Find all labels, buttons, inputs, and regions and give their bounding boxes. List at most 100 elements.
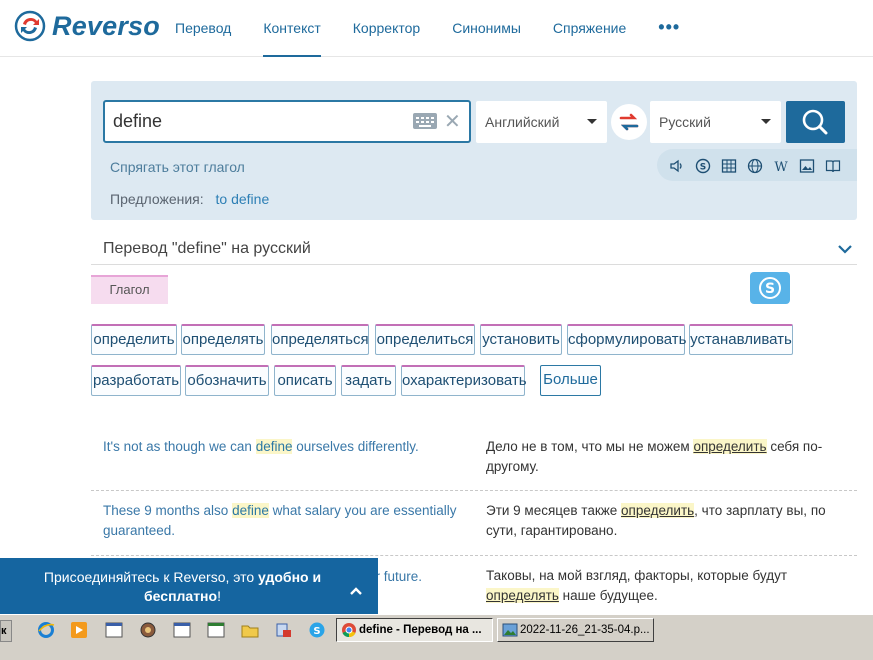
globe-app-icon[interactable] [139, 621, 157, 639]
banner-text-plain: Присоединяйтесь к Reverso, это [43, 569, 259, 585]
target-language-select[interactable]: Русский [650, 101, 781, 143]
table-icon[interactable] [721, 158, 737, 174]
search-panel: ✕ Английский Русский Спрягать этот глаго… [91, 81, 857, 220]
dictionary-book-icon[interactable] [825, 158, 841, 174]
reverso-logo-icon [14, 10, 46, 42]
window-app-icon[interactable] [173, 621, 191, 639]
skype-icon[interactable]: S [308, 621, 326, 639]
example-source-text: ourselves differently. [292, 439, 419, 454]
example-source-text: It's not as though we can [103, 439, 256, 454]
translation-chip[interactable]: определяться [271, 324, 369, 355]
chrome-icon [342, 623, 356, 638]
image-viewer-icon [502, 623, 518, 637]
swap-arrows-icon [619, 113, 639, 131]
search-icon [802, 109, 828, 135]
folder-icon[interactable] [241, 621, 259, 639]
example-target-highlight: определять [486, 588, 559, 603]
tools-bar: S W [657, 149, 857, 181]
clear-icon[interactable]: ✕ [444, 108, 461, 136]
example-target[interactable]: Таковы, на мой взгляд, факторы, которые … [486, 566, 846, 606]
media-player-icon[interactable] [70, 621, 88, 639]
reverso-logo[interactable]: Reverso [14, 10, 160, 42]
window-app-icon[interactable] [105, 621, 123, 639]
taskbar-task-image[interactable]: 2022-11-26_21-35-04.p... [497, 618, 654, 642]
chevron-down-icon[interactable] [837, 241, 853, 257]
nav-context[interactable]: Контекст [263, 0, 322, 57]
internet-explorer-icon[interactable] [37, 621, 55, 639]
top-header: Reverso Перевод Контекст Корректор Синон… [0, 0, 873, 57]
start-button-label: к [1, 625, 7, 637]
translation-chip[interactable]: установить [480, 324, 562, 355]
more-translations-button[interactable]: Больше [540, 365, 601, 396]
nav-translation[interactable]: Перевод [175, 0, 231, 57]
virtual-keyboard-icon[interactable] [413, 113, 437, 129]
taskbar-task-browser[interactable]: define - Перевод на ... [336, 618, 493, 642]
signup-banner-text: Присоединяйтесь к Reverso, это удобно и б… [20, 568, 345, 606]
translation-chip[interactable]: определить [91, 324, 177, 355]
wikipedia-icon[interactable]: W [773, 158, 789, 174]
signup-banner[interactable]: Присоединяйтесь к Reverso, это удобно и б… [0, 558, 378, 614]
example-source[interactable]: ur future. [368, 567, 468, 587]
svg-text:S: S [700, 163, 706, 173]
chevron-up-icon[interactable] [349, 586, 363, 596]
suggestions-label: Предложения: [110, 191, 204, 207]
translation-section-header[interactable]: Перевод "define" на русский [91, 233, 857, 265]
translation-chip[interactable]: определиться [375, 324, 475, 355]
brand-name: Reverso [52, 10, 160, 41]
banner-text-bold: удобно и [258, 569, 322, 585]
images-icon[interactable] [799, 158, 815, 174]
skype-icon: S [759, 277, 781, 299]
banner-text-bold: бесплатно [144, 588, 218, 604]
translation-chip[interactable]: сформулировать [567, 324, 687, 355]
source-language-label: Английский [485, 114, 560, 130]
example-row: These 9 months also define what salary y… [91, 491, 857, 556]
nav-grammar-checker[interactable]: Корректор [353, 0, 420, 57]
translation-chip[interactable]: охарактеризовать [401, 365, 527, 396]
part-of-speech-tag: Глагол [91, 275, 168, 304]
example-source[interactable]: It's not as though we can define ourselv… [103, 437, 463, 457]
conjugate-verb-link[interactable]: Спрягать этот глагол [110, 159, 245, 175]
translation-chip[interactable]: разработать [91, 365, 181, 396]
suggestion-link[interactable]: to define [216, 191, 270, 207]
banner-text-end: ! [217, 588, 221, 604]
translation-chip[interactable]: описать [274, 365, 336, 396]
svg-text:S: S [313, 626, 320, 637]
taskbar-task-label: define - Перевод на ... [359, 624, 482, 636]
example-target-text: наше будущее. [558, 588, 658, 603]
target-language-label: Русский [659, 114, 711, 130]
example-target-text: Таковы, на мой взгляд, факторы, которые … [486, 568, 788, 583]
nav-more-button[interactable]: ••• [658, 0, 680, 57]
example-target[interactable]: Эти 9 месяцев также определить, что зарп… [486, 501, 846, 541]
nav-conjugation[interactable]: Спряжение [553, 0, 626, 57]
example-source-highlight: define [232, 503, 269, 518]
search-input[interactable] [113, 108, 403, 135]
network-app-icon[interactable] [275, 621, 293, 639]
translation-chip[interactable]: обозначить [185, 365, 269, 396]
translation-chip[interactable]: устанавливать [689, 324, 793, 355]
search-button[interactable] [786, 101, 845, 143]
svg-text:W: W [774, 160, 788, 174]
swap-languages-button[interactable] [611, 104, 647, 140]
example-target-text: Эти 9 месяцев также [486, 503, 622, 518]
skype-icon[interactable]: S [695, 158, 711, 174]
skype-button[interactable]: S [750, 272, 790, 304]
example-target[interactable]: Дело не в том, что мы не можем определит… [486, 437, 846, 477]
caret-down-icon [587, 119, 597, 124]
caret-down-icon [761, 119, 771, 124]
translation-chip[interactable]: задать [341, 365, 396, 396]
translation-chip[interactable]: определять [181, 324, 265, 355]
nav-synonyms[interactable]: Синонимы [452, 0, 521, 57]
source-language-select[interactable]: Английский [476, 101, 607, 143]
example-source[interactable]: These 9 months also define what salary y… [103, 501, 463, 541]
example-row: It's not as though we can define ourselv… [91, 427, 857, 491]
globe-icon[interactable] [747, 158, 763, 174]
window-app-icon[interactable] [207, 621, 225, 639]
speaker-icon[interactable] [669, 158, 685, 174]
example-target-highlight: определить [693, 439, 767, 454]
svg-text:S: S [765, 281, 775, 297]
example-source-highlight: define [255, 439, 293, 454]
example-source-text: These 9 months also [103, 503, 233, 518]
example-target-highlight: определить [621, 503, 695, 518]
start-button[interactable]: к [0, 620, 12, 642]
taskbar: к S define - Перевод на ... 2022-11-26_2… [0, 614, 873, 660]
